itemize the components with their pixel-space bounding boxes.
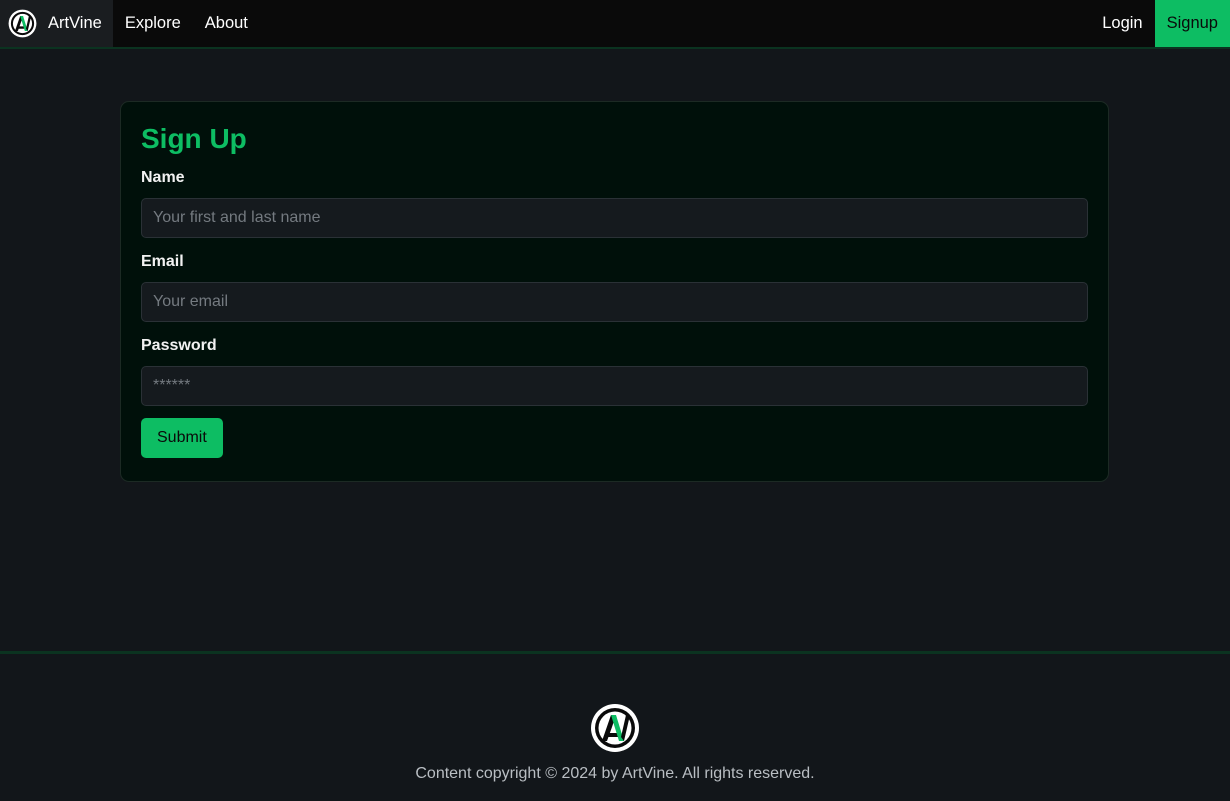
name-label: Name (141, 169, 185, 186)
brand-name: ArtVine (48, 14, 102, 32)
nav-link-explore[interactable]: Explore (113, 0, 193, 47)
brand-link[interactable]: ArtVine (0, 0, 113, 47)
page-title: Sign Up (141, 123, 247, 154)
email-label: Email (141, 253, 184, 270)
signup-card: Sign Up Name Email Password Submit (120, 101, 1109, 482)
artvine-logo-icon (591, 704, 639, 752)
signup-link[interactable]: Signup (1154, 0, 1230, 47)
artvine-logo-icon (8, 9, 37, 38)
nav-link-about[interactable]: About (193, 0, 260, 47)
password-field[interactable] (141, 366, 1088, 406)
footer-copyright: Content copyright © 2024 by ArtVine. All… (415, 765, 815, 782)
navbar: ArtVine Explore About Login Signup (0, 0, 1230, 49)
password-label: Password (141, 337, 217, 354)
login-link[interactable]: Login (1090, 0, 1154, 47)
submit-button[interactable]: Submit (141, 418, 223, 458)
navbar-left: ArtVine Explore About (0, 0, 260, 47)
footer: Content copyright © 2024 by ArtVine. All… (0, 651, 1230, 801)
navbar-right: Login Signup (1090, 0, 1230, 47)
email-field[interactable] (141, 282, 1088, 322)
name-field[interactable] (141, 198, 1088, 238)
